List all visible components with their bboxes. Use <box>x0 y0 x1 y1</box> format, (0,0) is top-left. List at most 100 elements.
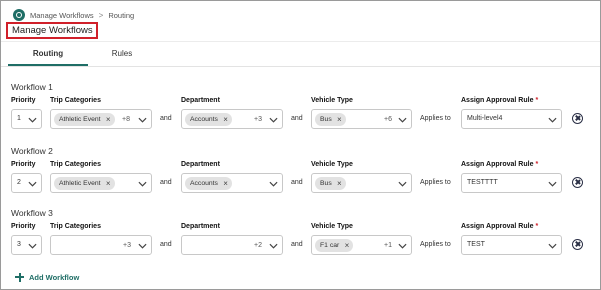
tabs-divider <box>1 66 600 67</box>
chevron-down-icon <box>269 181 278 187</box>
manage-workflows-panel: Manage Workflows > Routing Manage Workfl… <box>0 0 601 290</box>
more-count: +3 <box>123 242 131 249</box>
priority-label: Priority <box>11 161 36 168</box>
priority-select[interactable]: 3 <box>11 235 42 255</box>
approval-rule-label-text: Assign Approval Rule <box>461 97 534 104</box>
approval-rule-label-text: Assign Approval Rule <box>461 161 534 168</box>
department-label: Department <box>181 161 220 168</box>
workflow-title: Workflow 3 <box>11 208 53 218</box>
approval-rule-label-text: Assign Approval Rule <box>461 223 534 230</box>
chevron-down-icon <box>28 117 37 123</box>
workflow-row: Workflow 3 Priority 3 Trip Categories +3… <box>11 208 596 258</box>
department-label: Department <box>181 97 220 104</box>
page-title: Manage Workflows <box>6 22 98 39</box>
remove-workflow-icon[interactable] <box>572 239 583 250</box>
chip-label: Bus <box>320 180 332 187</box>
tab-bar: Routing Rules <box>1 41 600 67</box>
priority-value: 3 <box>17 241 21 248</box>
applies-to-connector: Applies to <box>420 241 451 248</box>
and-connector: and <box>291 241 303 248</box>
approval-rule-value: TEST <box>467 241 485 248</box>
required-mark: * <box>535 223 539 230</box>
chip-remove-icon[interactable]: × <box>106 177 111 190</box>
chip-remove-icon[interactable]: × <box>223 113 228 126</box>
trip-category-chip: Athletic Event × <box>54 177 115 190</box>
breadcrumb: Manage Workflows > Routing <box>13 8 134 22</box>
approval-rule-label: Assign Approval Rule * <box>461 161 538 168</box>
and-connector: and <box>291 115 303 122</box>
vehicle-type-select[interactable]: F1 car × +1 <box>311 235 412 255</box>
approval-rule-label: Assign Approval Rule * <box>461 97 538 104</box>
chip-remove-icon[interactable]: × <box>106 113 111 126</box>
chip-label: Athletic Event <box>59 116 101 123</box>
chip-remove-icon[interactable]: × <box>223 177 228 190</box>
remove-workflow-icon[interactable] <box>572 177 583 188</box>
approval-rule-label: Assign Approval Rule * <box>461 223 538 230</box>
chip-label: Athletic Event <box>59 180 101 187</box>
and-connector: and <box>291 179 303 186</box>
more-count: +3 <box>254 116 262 123</box>
applies-to-connector: Applies to <box>420 115 451 122</box>
vehicle-type-select[interactable]: Bus × +6 <box>311 109 412 129</box>
more-count: +8 <box>122 116 130 123</box>
chip-label: Bus <box>320 116 332 123</box>
more-count: +1 <box>384 242 392 249</box>
chevron-down-icon <box>398 117 407 123</box>
remove-workflow-icon[interactable] <box>572 113 583 124</box>
department-select[interactable]: Accounts × +3 <box>181 109 283 129</box>
required-mark: * <box>535 161 539 168</box>
department-label: Department <box>181 223 220 230</box>
vehicle-chip: Bus × <box>315 113 346 126</box>
more-count: +2 <box>254 242 262 249</box>
vehicle-type-label: Vehicle Type <box>311 223 353 230</box>
and-connector: and <box>160 241 172 248</box>
workflow-title: Workflow 2 <box>11 146 53 156</box>
department-select[interactable]: Accounts × <box>181 173 283 193</box>
chip-remove-icon[interactable]: × <box>345 239 350 252</box>
and-connector: and <box>160 179 172 186</box>
required-mark: * <box>535 97 539 104</box>
priority-label: Priority <box>11 97 36 104</box>
breadcrumb-current: Routing <box>108 10 135 20</box>
approval-rule-value: Multi-level4 <box>467 115 503 122</box>
workflow-row: Workflow 1 Priority 1 Trip Categories At… <box>11 82 596 132</box>
more-count: +6 <box>384 116 392 123</box>
add-workflow-button[interactable]: Add Workflow <box>15 271 79 283</box>
department-chip: Accounts × <box>185 177 232 190</box>
priority-select[interactable]: 1 <box>11 109 42 129</box>
approval-rule-select[interactable]: Multi-level4 <box>461 109 562 129</box>
trip-categories-label: Trip Categories <box>50 223 101 230</box>
trip-categories-select[interactable]: Athletic Event × +8 <box>50 109 152 129</box>
approval-rule-value: TESTTTT <box>467 179 498 186</box>
trip-categories-label: Trip Categories <box>50 161 101 168</box>
vehicle-type-select[interactable]: Bus × <box>311 173 412 193</box>
priority-select[interactable]: 2 <box>11 173 42 193</box>
breadcrumb-home[interactable]: Manage Workflows <box>30 11 94 20</box>
chevron-down-icon <box>398 243 407 249</box>
add-workflow-label: Add Workflow <box>29 272 80 282</box>
chip-remove-icon[interactable]: × <box>337 177 342 190</box>
approval-rule-select[interactable]: TEST <box>461 235 562 255</box>
chip-label: Accounts <box>190 180 218 187</box>
chevron-down-icon <box>138 243 147 249</box>
app-logo-icon <box>13 9 25 21</box>
department-chip: Accounts × <box>185 113 232 126</box>
chevron-down-icon <box>398 181 407 187</box>
applies-to-connector: Applies to <box>420 179 451 186</box>
chip-remove-icon[interactable]: × <box>337 113 342 126</box>
approval-rule-select[interactable]: TESTTTT <box>461 173 562 193</box>
trip-categories-select[interactable]: +3 <box>50 235 152 255</box>
chevron-down-icon <box>269 243 278 249</box>
vehicle-type-label: Vehicle Type <box>311 161 353 168</box>
department-select[interactable]: +2 <box>181 235 283 255</box>
chevron-down-icon <box>269 117 278 123</box>
trip-categories-select[interactable]: Athletic Event × <box>50 173 152 193</box>
priority-label: Priority <box>11 223 36 230</box>
priority-value: 1 <box>17 115 21 122</box>
breadcrumb-separator: > <box>98 10 104 20</box>
trip-category-chip: Athletic Event × <box>54 113 115 126</box>
chevron-down-icon <box>138 117 147 123</box>
workflow-title: Workflow 1 <box>11 82 53 92</box>
vehicle-chip: Bus × <box>315 177 346 190</box>
tab-rules[interactable]: Rules <box>88 41 156 67</box>
